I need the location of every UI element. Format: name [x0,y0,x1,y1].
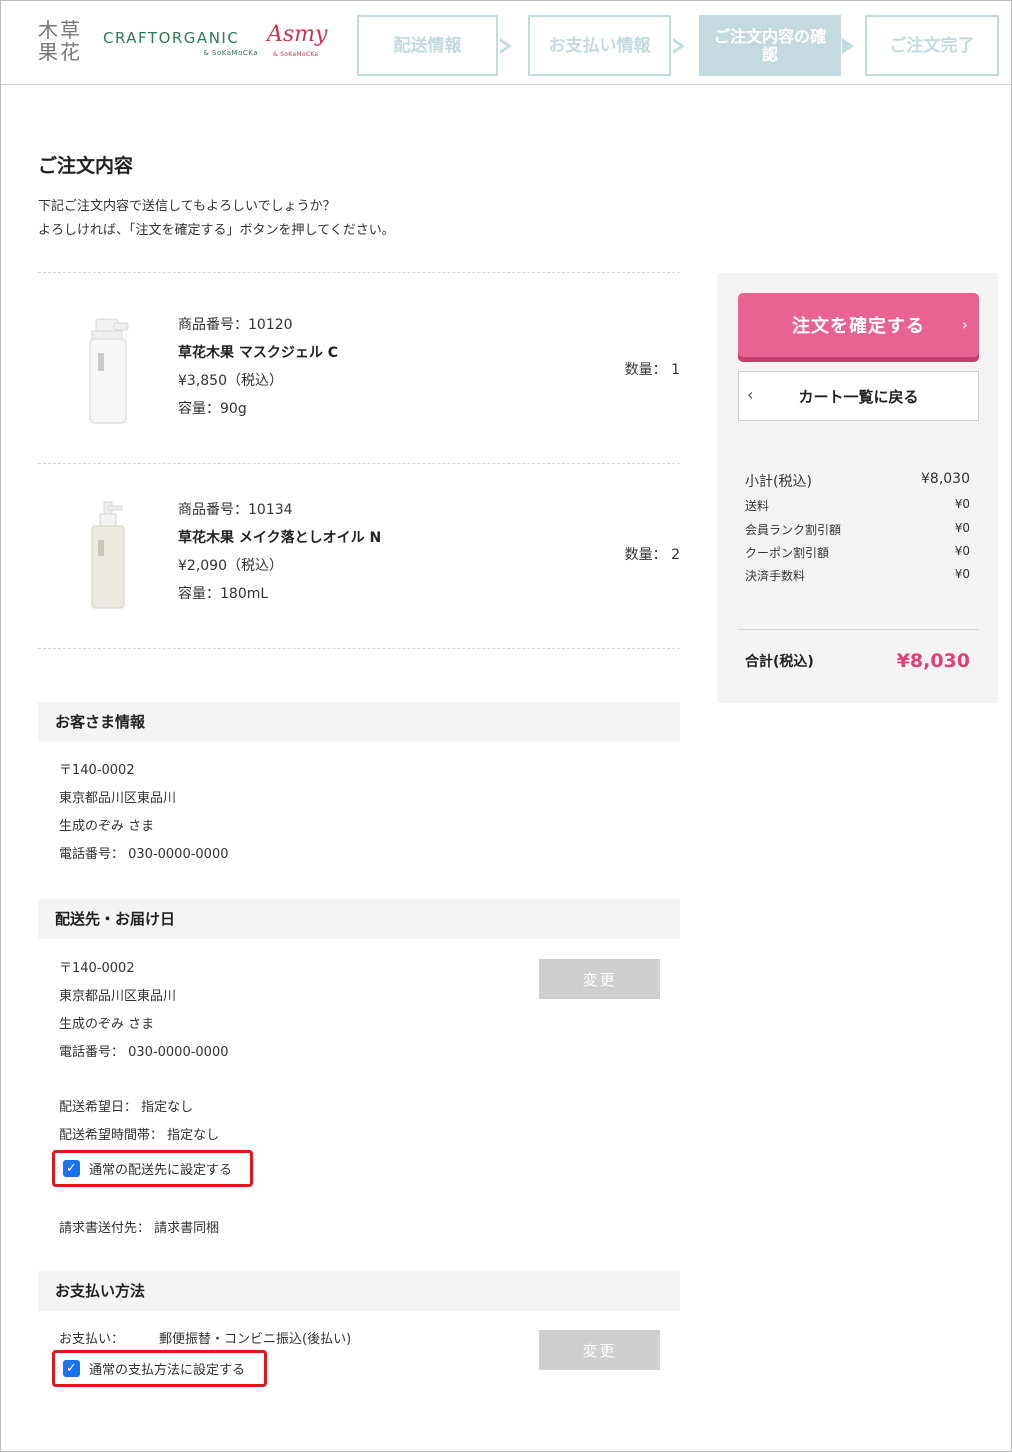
total-value: ¥8,030 [896,650,970,672]
payment-label: お支払い： [59,1332,125,1347]
default-payment-checkbox-highlight[interactable]: ✓ 通常の支払方法に設定する [52,1350,267,1387]
total-label: 合計(税込) [745,654,814,670]
default-payment-checkbox-label: 通常の支払方法に設定する [89,1363,246,1378]
summary-row: 決済手数料 ¥0 [745,567,970,583]
sokamocka-logo[interactable]: 木草 果花 [38,19,88,67]
item-price: ¥3,850（税込） [178,373,283,389]
item-quantity: 数量： 2 [624,547,680,563]
checkbox-checked-icon[interactable]: ✓ [63,1360,80,1377]
order-summary-sidebar: 注文を確定する › ‹ カート一覧に戻る 小計(税込) ¥8,030 送料 ¥0… [717,273,998,703]
delivery-schedule: 配送希望日： 指定なし 配送希望時間帯： 指定なし [59,1100,220,1143]
step-payment-info: お支払い情報 [528,15,671,76]
confirm-order-button[interactable]: 注文を確定する › [738,293,979,357]
item-volume: 容量：90g [178,401,247,417]
pump-bottle-icon[interactable] [78,317,138,429]
step-order-complete: ご注文完了 [865,15,999,76]
item-price: ¥2,090（税込） [178,558,283,574]
change-payment-button[interactable]: 変更 [539,1330,660,1370]
default-delivery-checkbox-highlight[interactable]: ✓ 通常の配送先に設定する [52,1150,253,1187]
step-delivery-info: 配送情報 [357,15,498,76]
payment-method: 郵便振替・コンビニ振込(後払い) [159,1332,352,1347]
back-to-cart-button[interactable]: ‹ カート一覧に戻る [738,371,979,421]
item-quantity: 数量： 1 [624,362,680,378]
intro-text: 下記ご注文内容で送信してもよろしいでしょうか？ よろしければ、「注文を確定する」… [38,199,395,238]
delivery-section-heading: 配送先・お届け日 [38,899,680,939]
checkout-header: 木草 果花 CRAFTORGANIC & SoKaMoCKa Asmy & So… [1,1,1011,85]
item-volume: 容量：180mL [178,586,269,602]
divider [38,272,680,273]
pump-bottle-icon[interactable] [78,500,138,612]
step-arrow-icon [498,38,512,54]
change-delivery-button[interactable]: 変更 [539,959,660,999]
item-details: 商品番号：10120 草花木果 マスクジェル C ¥3,850（税込） 容量：9… [178,311,338,423]
divider [38,463,680,464]
delivery-address: 〒140-0002 東京都品川区東品川 生成のぞみ さま 電話番号： 030-0… [59,961,229,1060]
step-arrow-icon [842,38,854,54]
payment-section-heading: お支払い方法 [38,1271,680,1311]
item-name[interactable]: 草花木果 マスクジェル C [178,339,338,367]
summary-row: 送料 ¥0 [745,497,970,513]
order-item: 商品番号：10120 草花木果 マスクジェル C ¥3,850（税込） 容量：9… [38,311,680,491]
invoice-destination: 請求書送付先： 請求書同梱 [59,1221,220,1236]
customer-section-heading: お客さま情報 [38,702,680,742]
page-title: ご注文内容 [38,155,134,177]
item-name[interactable]: 草花木果 メイク落としオイル N [178,524,381,552]
checkbox-checked-icon[interactable]: ✓ [63,1160,80,1177]
default-delivery-checkbox-label: 通常の配送先に設定する [89,1163,233,1178]
customer-address: 〒140-0002 東京都品川区東品川 生成のぞみ さま 電話番号： 030-0… [59,763,229,862]
summary-row: クーポン割引額 ¥0 [745,544,970,560]
divider [738,629,979,630]
divider [38,648,680,649]
summary-row: 小計(税込) ¥8,030 [745,471,970,490]
asmy-logo[interactable]: Asmy & SoKaMoCKa [267,23,337,59]
step-arrow-icon [671,38,685,54]
chevron-right-icon: › [961,315,969,334]
chevron-left-icon: ‹ [747,385,754,404]
order-item: 商品番号：10134 草花木果 メイク落としオイル N ¥2,090（税込） 容… [38,496,680,676]
step-order-confirm: ご注文内容の確認 [699,15,841,76]
item-details: 商品番号：10134 草花木果 メイク落としオイル N ¥2,090（税込） 容… [178,496,381,608]
summary-row: 会員ランク割引額 ¥0 [745,521,970,537]
craftorganic-logo[interactable]: CRAFTORGANIC & SoKaMoCKa [103,29,258,58]
